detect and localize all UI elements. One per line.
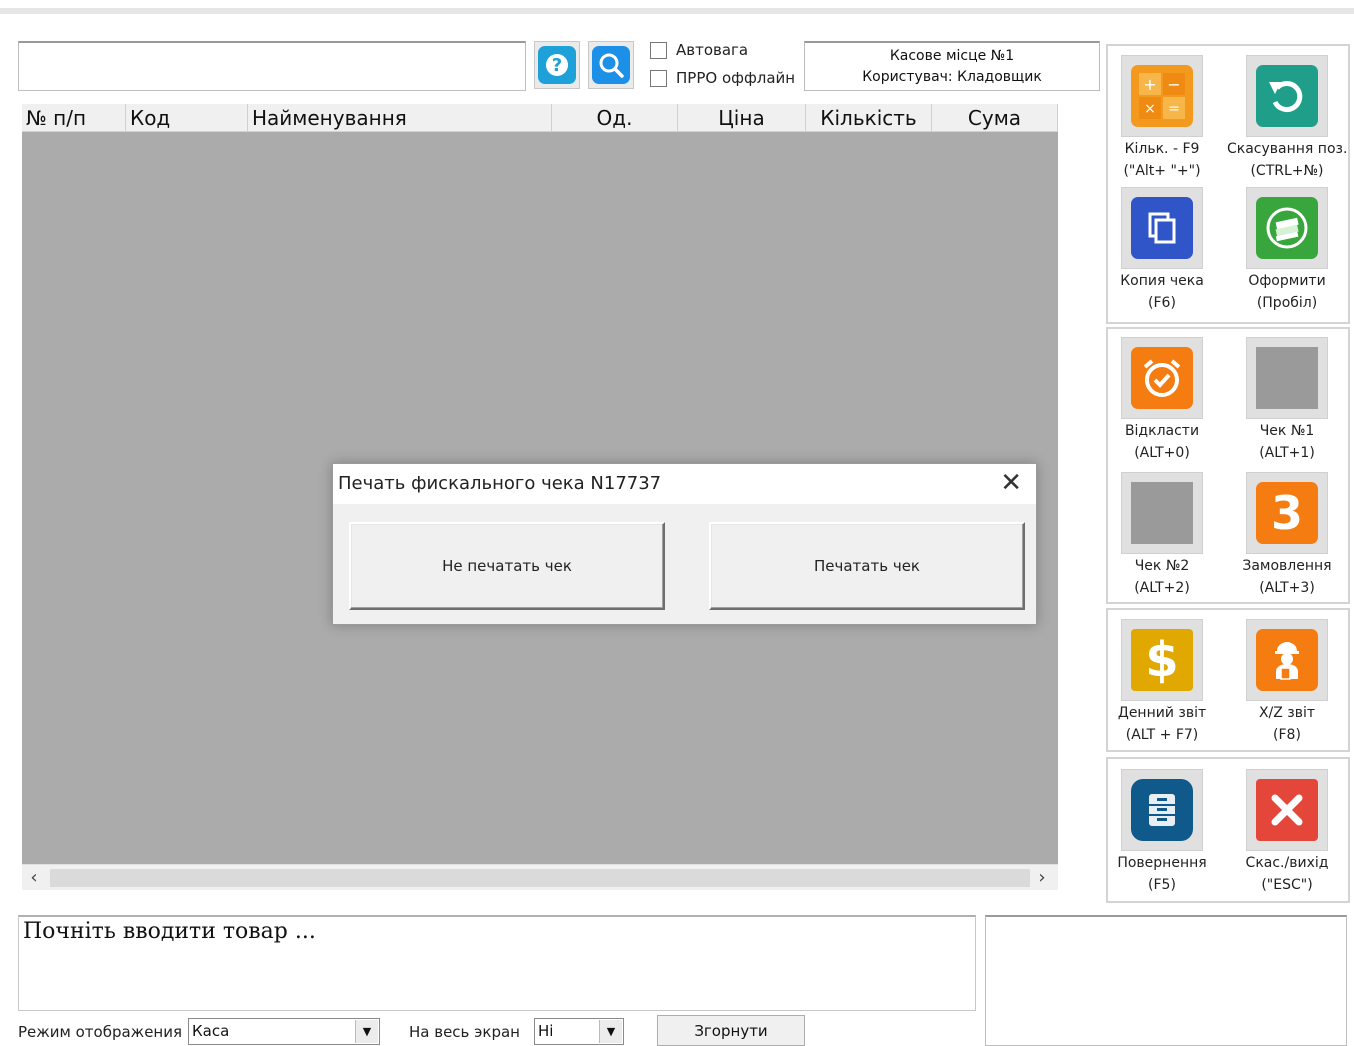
top-separator (0, 8, 1354, 14)
collapse-button[interactable]: Згорнути (657, 1015, 805, 1046)
order-button[interactable]: 3 Замовлення (ALT+3) (1227, 472, 1347, 598)
button-hotkey: (CTRL+№) (1250, 163, 1324, 179)
button-hotkey: (F6) (1148, 295, 1176, 311)
fullscreen-label: На весь экран (409, 1023, 520, 1041)
copy-receipt-button[interactable]: Копия чека (F6) (1102, 187, 1222, 313)
svg-text:−: − (1167, 75, 1180, 94)
display-mode-select[interactable]: Каса ▼ (188, 1018, 380, 1045)
prro-offline-label: ПРРО оффлайн (676, 69, 796, 87)
undo-icon (1256, 65, 1318, 127)
svg-text:=: = (1168, 101, 1180, 117)
svg-text:?: ? (552, 55, 562, 76)
button-hotkey: (F8) (1273, 727, 1301, 743)
checkbox-box[interactable] (650, 41, 667, 59)
xz-report-button[interactable]: X/Z звіт (F8) (1227, 619, 1347, 745)
scroll-right-icon[interactable]: › (1030, 867, 1054, 889)
button-hotkey: (ALT+2) (1134, 580, 1190, 596)
button-label: Замовлення (1242, 558, 1332, 574)
button-hotkey: (Пробіл) (1256, 295, 1318, 311)
product-search-input[interactable] (18, 41, 526, 91)
hint-panel: Почніть вводити товар ... (18, 915, 976, 1011)
dollar-icon: $ (1131, 629, 1193, 691)
help-button[interactable]: ? (534, 41, 580, 89)
search-icon (592, 46, 630, 84)
cash-stack-icon (1256, 197, 1318, 259)
receipt-1-button[interactable]: Чек №1 (ALT+1) (1227, 337, 1347, 463)
display-mode-label: Режим отображения (18, 1023, 182, 1041)
receipt-2-button[interactable]: Чек №2 (ALT+2) (1102, 472, 1222, 598)
column-header[interactable]: Ціна (678, 104, 806, 132)
copy-icon (1131, 197, 1193, 259)
button-hotkey: (ALT + F7) (1125, 727, 1199, 743)
svg-text:×: × (1144, 101, 1156, 117)
column-header[interactable]: Найменування (248, 104, 552, 132)
checkout-button[interactable]: Оформити (Пробіл) (1227, 187, 1347, 313)
number-three-icon: 3 (1256, 482, 1318, 544)
dialog-titlebar: Печать фискального чека N17737 ✕ (333, 464, 1036, 504)
cash-place-label: Касове місце №1 (889, 48, 1015, 64)
worker-icon (1256, 629, 1318, 691)
chevron-down-icon[interactable]: ▼ (355, 1020, 378, 1043)
column-header[interactable]: Од. (552, 104, 678, 132)
button-hotkey: (F5) (1148, 877, 1176, 893)
button-hotkey: ("Alt+ "+") (1123, 163, 1201, 179)
info-display-panel (985, 915, 1347, 1046)
cabinet-icon (1131, 779, 1193, 841)
button-hotkey: (ALT+1) (1259, 445, 1315, 461)
chevron-down-icon[interactable]: ▼ (599, 1020, 622, 1043)
close-icon[interactable]: ✕ (1000, 469, 1022, 497)
column-header[interactable]: Кількість (806, 104, 932, 132)
column-header[interactable]: Код (126, 104, 248, 132)
checkbox-box[interactable] (650, 69, 667, 87)
blank-icon (1131, 482, 1193, 544)
print-receipt-dialog: Печать фискального чека N17737 ✕ Не печа… (332, 463, 1037, 625)
horizontal-scrollbar[interactable]: ‹ › (22, 864, 1058, 890)
cancel-exit-button[interactable]: Скас./вихід ("ESC") (1227, 769, 1347, 895)
button-label: Копия чека (1120, 273, 1204, 289)
display-mode-value: Каса (192, 1022, 230, 1040)
daily-report-button[interactable]: $ Денний звіт (ALT + F7) (1102, 619, 1222, 745)
fullscreen-value: Ні (538, 1022, 554, 1040)
column-header[interactable]: Сума (932, 104, 1058, 132)
button-label: Кільк. - F9 (1124, 141, 1200, 157)
prro-offline-checkbox[interactable]: ПРРО оффлайн (650, 69, 795, 87)
button-label: Відкласти (1124, 423, 1200, 439)
button-label: Денний звіт (1117, 705, 1207, 721)
button-label: Чек №2 (1134, 558, 1190, 574)
table-header: № п/п Код Найменування Од. Ціна Кількіст… (22, 104, 1058, 132)
fullscreen-select[interactable]: Ні ▼ (534, 1018, 624, 1045)
dialog-title: Печать фискального чека N17737 (338, 473, 662, 494)
button-hotkey: (ALT+0) (1134, 445, 1190, 461)
autoweight-checkbox[interactable]: Автовага (650, 41, 748, 59)
cancel-position-button[interactable]: Скасування поз. (CTRL+№) (1227, 55, 1347, 181)
button-label: X/Z звіт (1258, 705, 1316, 721)
scrollbar-track[interactable] (50, 869, 1030, 887)
autoweight-label: Автовага (676, 41, 749, 59)
button-label: Чек №1 (1259, 423, 1315, 439)
button-hotkey: (ALT+3) (1259, 580, 1315, 596)
postpone-button[interactable]: Відкласти (ALT+0) (1102, 337, 1222, 463)
print-button[interactable]: Печатать чек (709, 522, 1025, 610)
qty-button[interactable]: + − × = Кільк. - F9 ("Alt+ "+") (1102, 55, 1222, 181)
help-icon: ? (538, 46, 576, 84)
alarm-clock-icon (1131, 347, 1193, 409)
search-button[interactable] (588, 41, 634, 89)
button-hotkey: ("ESC") (1261, 877, 1313, 893)
close-x-icon (1256, 779, 1318, 841)
cash-register-info: Касове місце №1 Користувач: Кладовщик (804, 41, 1100, 91)
dont-print-button[interactable]: Не печатать чек (349, 522, 665, 610)
svg-text:+: + (1143, 75, 1156, 94)
return-button[interactable]: Повернення (F5) (1102, 769, 1222, 895)
scroll-left-icon[interactable]: ‹ (22, 867, 46, 889)
button-label: Оформити (1248, 273, 1326, 289)
button-label: Повернення (1117, 855, 1207, 871)
column-header[interactable]: № п/п (22, 104, 126, 132)
button-label: Скас./вихід (1245, 855, 1329, 871)
calculator-icon: + − × = (1131, 65, 1193, 127)
hint-text: Почніть вводити товар ... (23, 919, 316, 944)
button-label: Скасування поз. (1227, 141, 1348, 157)
blank-icon (1256, 347, 1318, 409)
cash-user-label: Користувач: Кладовщик (862, 69, 1042, 85)
